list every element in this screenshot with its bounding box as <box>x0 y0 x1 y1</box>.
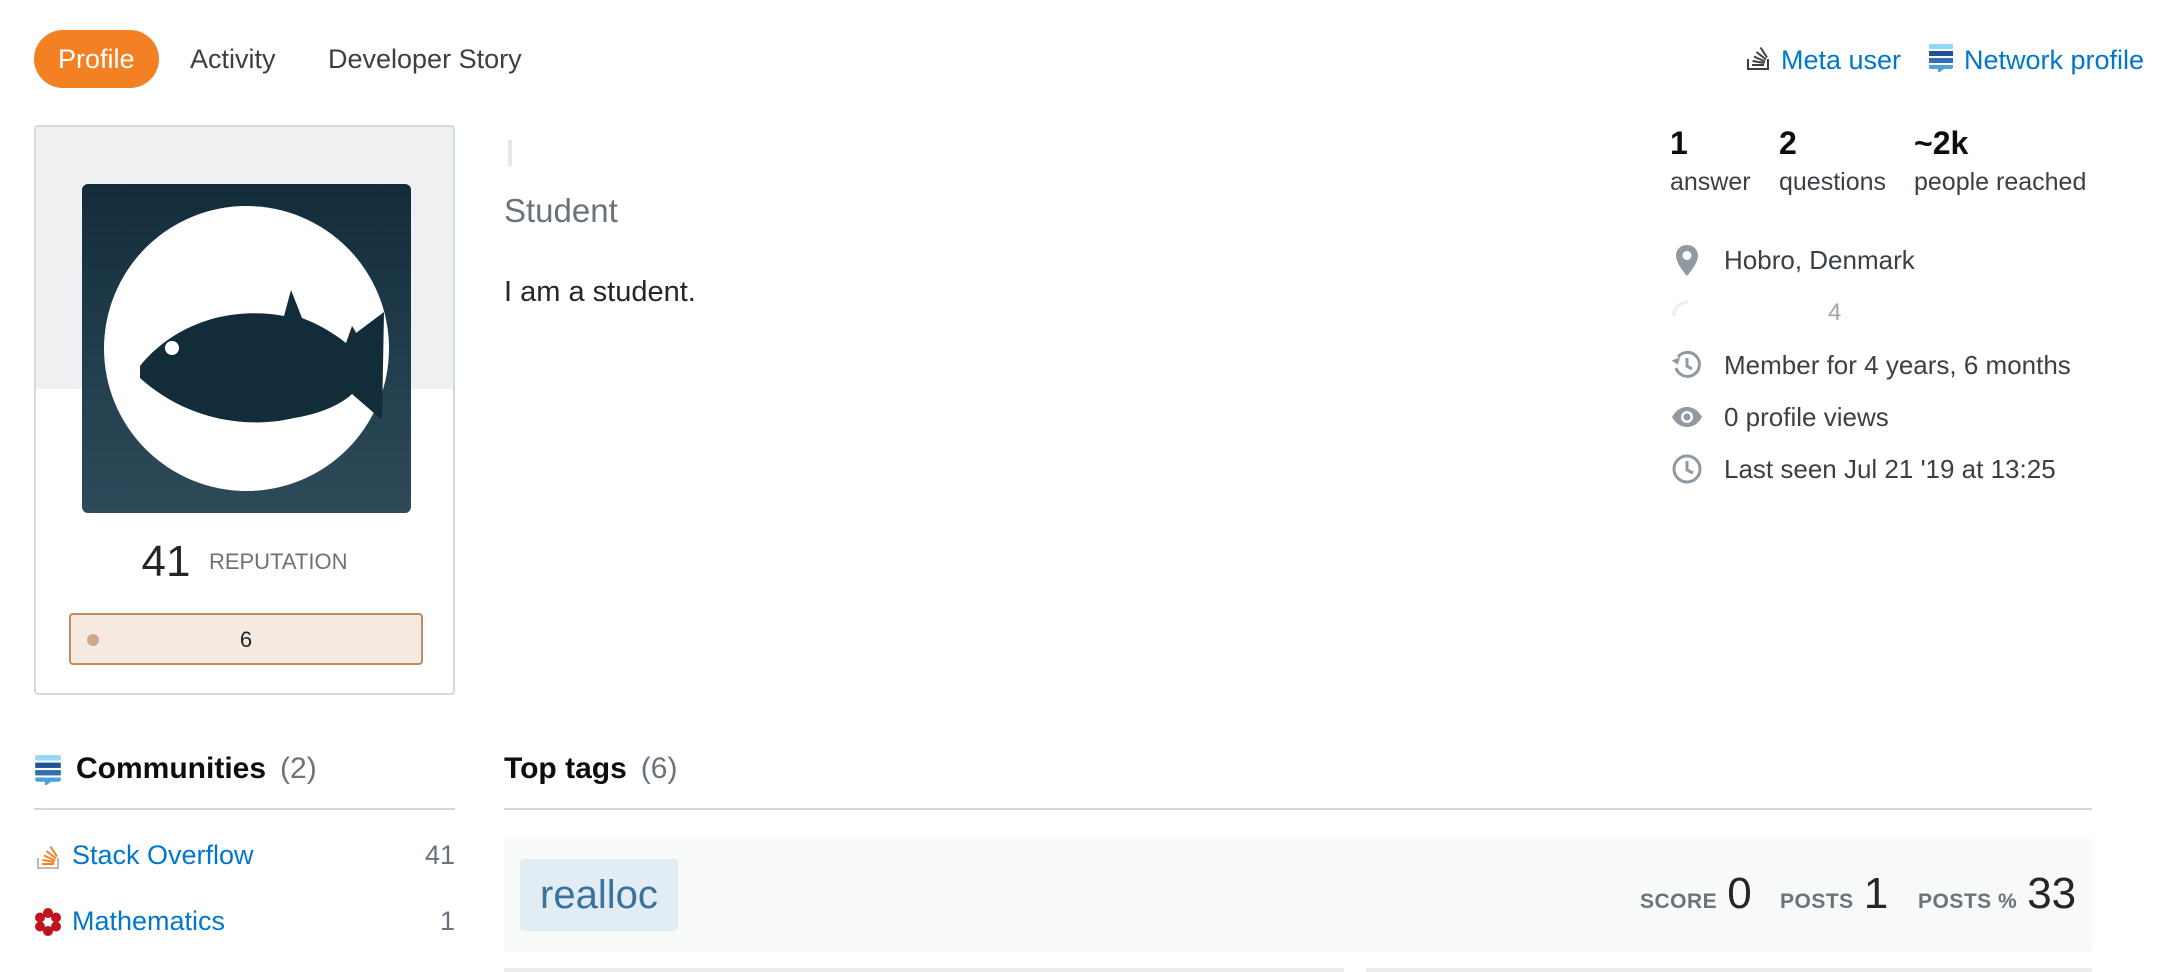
meta-user-link[interactable]: Meta user <box>1745 42 1901 79</box>
communities-divider <box>34 808 455 810</box>
communities-heading: Communities (2) <box>34 752 317 786</box>
about-me: I am a student. <box>504 276 696 308</box>
reputation-value: 41 <box>141 537 191 586</box>
meta-icon <box>1745 42 1771 79</box>
last-seen: Last seen Jul 21 '19 at 13:25 <box>1670 452 2056 486</box>
meta-user-label: Meta user <box>1781 45 1902 75</box>
community-stack-overflow[interactable]: Stack Overflow 41 <box>34 840 455 871</box>
tab-activity[interactable]: Activity <box>190 30 276 88</box>
avatar[interactable] <box>82 184 411 513</box>
bronze-badge-count: 6 <box>239 627 253 652</box>
avatar-card: 41 REPUTATION 6 <box>34 125 455 695</box>
mathematics-icon <box>35 907 61 936</box>
community-reputation: 41 <box>424 840 455 870</box>
clock-icon <box>1672 454 1702 484</box>
reputation-label: REPUTATION <box>208 549 348 574</box>
tab-developer-story[interactable]: Developer Story <box>328 30 522 88</box>
next-tag-row-edge <box>504 968 2092 972</box>
stat-questions: 2 questions <box>1779 125 1887 196</box>
stackexchange-icon <box>1928 42 1954 79</box>
bronze-badges[interactable]: 6 <box>69 613 423 665</box>
stackexchange-icon <box>35 755 61 785</box>
location-pin-icon <box>1676 245 1698 276</box>
user-title: Student <box>504 192 618 229</box>
community-name[interactable]: Stack Overflow <box>72 840 254 871</box>
top-tags-divider <box>504 808 2092 810</box>
network-profile-link[interactable]: Network profile <box>1928 42 2144 79</box>
community-reputation: 1 <box>439 906 455 936</box>
reputation: 41 REPUTATION <box>36 537 453 587</box>
member-for: Member for 4 years, 6 months <box>1670 348 2071 382</box>
stat-people-reached: ~2k people reached <box>1914 125 2087 196</box>
top-tags-heading: Top tags (6) <box>504 752 678 785</box>
top-tag-row: realloc SCORE 0 POSTS 1 POSTS % 33 <box>504 839 2092 951</box>
tag-posts: POSTS 1 <box>1780 869 1889 918</box>
location: Hobro, Denmark <box>1670 243 1915 277</box>
website[interactable]: 4 <box>1670 296 1841 330</box>
stat-answers: 1 answer <box>1670 125 1751 196</box>
tag-score: SCORE 0 <box>1640 869 1752 918</box>
community-mathematics[interactable]: Mathematics 1 <box>34 906 455 937</box>
history-icon <box>1671 350 1701 378</box>
tag-posts-percent: POSTS % 33 <box>1918 869 2077 918</box>
tab-profile[interactable]: Profile <box>34 30 159 88</box>
stackoverflow-icon <box>37 845 59 869</box>
link-icon <box>1672 300 1689 317</box>
profile-views: 0 profile views <box>1670 400 1889 434</box>
community-name[interactable]: Mathematics <box>72 906 225 937</box>
fish-icon <box>140 290 384 423</box>
user-name-placeholder <box>508 140 512 166</box>
eye-icon <box>1672 407 1702 427</box>
tag-realloc[interactable]: realloc <box>520 859 678 931</box>
network-profile-label: Network profile <box>1964 45 2145 75</box>
